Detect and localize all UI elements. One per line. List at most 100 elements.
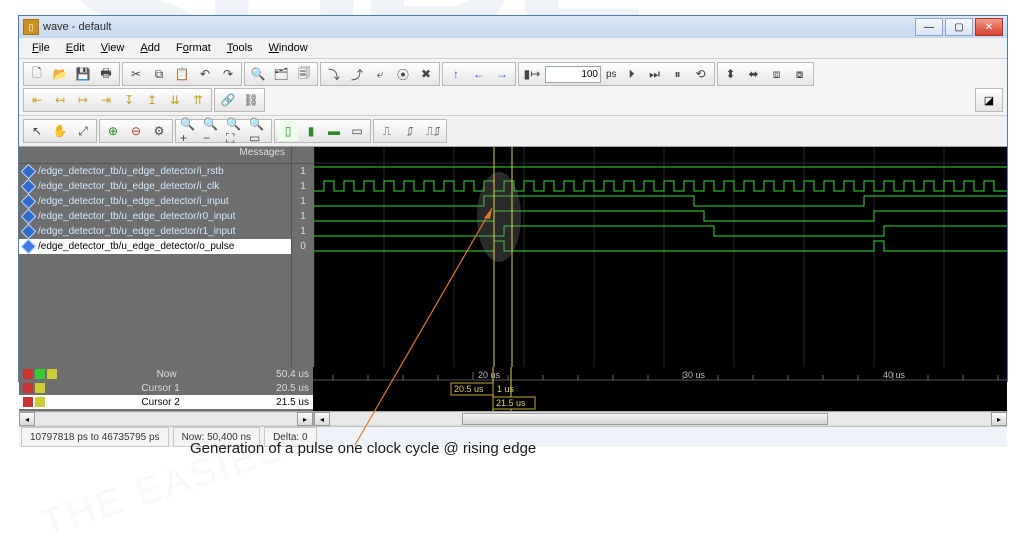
save-icon[interactable]: 💾 — [73, 64, 93, 84]
step-in-icon[interactable]: ⤵ — [324, 64, 344, 84]
menu-file[interactable]: File — [25, 40, 57, 56]
scroll-track-main[interactable] — [330, 413, 991, 425]
open-icon[interactable]: 📂 — [50, 64, 70, 84]
menu-window[interactable]: Window — [262, 40, 315, 56]
add-wave-icon[interactable]: ⊕ — [103, 121, 123, 141]
run-all-icon[interactable]: ⏵ — [622, 64, 642, 84]
tool-a-icon[interactable]: ⬍ — [721, 64, 741, 84]
cursor-prev-icon[interactable]: ↤ — [50, 90, 70, 110]
cut-icon[interactable]: ✂ — [126, 64, 146, 84]
app-window: ▯ wave - default — ▢ ✕ File Edit View Ad… — [18, 15, 1008, 382]
run-cont-icon[interactable]: ⏭ — [645, 64, 665, 84]
diamond-icon — [21, 239, 37, 254]
run-icon[interactable]: ▮↦ — [522, 64, 542, 84]
hand-icon[interactable]: ✋ — [50, 121, 70, 141]
menubar: File Edit View Add Format Tools Window — [19, 38, 1007, 59]
link-icon[interactable]: 🔗 — [218, 90, 238, 110]
signal-row[interactable]: /edge_detector_tb/u_edge_detector/i_rstb — [19, 164, 291, 179]
scroll-right-button[interactable]: ▸ — [991, 412, 1007, 426]
cursor2-box: 21.5 us — [496, 398, 526, 408]
arrow-right-icon[interactable]: → — [492, 64, 512, 84]
undo-icon[interactable]: ↶ — [195, 64, 215, 84]
toolbar-row-1: 🗋 📂 💾 🖶 ✂ ⧉ 📋 ↶ ↷ 🔍 🗂 🗐 ⤵ ⤴ ⤶ ⦿ ✖ ↑ ← — [19, 59, 1007, 116]
signal-row[interactable]: /edge_detector_tb/u_edge_detector/r1_inp… — [19, 224, 291, 239]
zoom-full-icon[interactable]: 🔍⛶ — [225, 121, 245, 141]
paste-icon[interactable]: 📋 — [172, 64, 192, 84]
signal-row[interactable]: /edge_detector_tb/u_edge_detector/i_inpu… — [19, 194, 291, 209]
signal-row[interactable]: /edge_detector_tb/u_edge_detector/r0_inp… — [19, 209, 291, 224]
edge-prev-icon[interactable]: ↧ — [119, 90, 139, 110]
scroll-track-left[interactable] — [35, 413, 297, 425]
menu-edit[interactable]: Edit — [59, 40, 92, 56]
zoom-out-icon[interactable]: 🔍− — [202, 121, 222, 141]
close-button[interactable]: ✕ — [975, 18, 1003, 36]
new-icon[interactable]: 🗋 — [27, 64, 47, 84]
arrow-left-icon[interactable]: ← — [469, 64, 489, 84]
step-out-icon[interactable]: ⤶ — [370, 64, 390, 84]
cursor2-label[interactable]: Cursor 2 — [141, 397, 179, 408]
scroll-left-button[interactable]: ◂ — [314, 412, 330, 426]
mode-d-icon[interactable]: ▭ — [347, 121, 367, 141]
cursor-next-icon[interactable]: ↦ — [73, 90, 93, 110]
mode-c-icon[interactable]: ▬ — [324, 121, 344, 141]
print-icon[interactable]: 🖶 — [96, 64, 116, 84]
zoom-fit-icon[interactable]: 🔍▭ — [248, 121, 268, 141]
break-icon[interactable]: ⦿ — [393, 64, 413, 84]
time-row: Now 50.4 us Cursor 1 20.5 us Cursor 2 21… — [19, 367, 1007, 411]
scroll-left-button[interactable]: ◂ — [19, 412, 35, 426]
edge-fall-icon[interactable]: ⎎ — [400, 121, 420, 141]
stop-icon[interactable]: ✖ — [416, 64, 436, 84]
now-value: 50.4 us — [276, 369, 309, 380]
tool-b-icon[interactable]: ⬌ — [744, 64, 764, 84]
minimize-button[interactable]: — — [915, 18, 943, 36]
mode-b-icon[interactable]: ▮ — [301, 121, 321, 141]
doc-icon[interactable]: 🗐 — [294, 64, 314, 84]
menu-add[interactable]: Add — [133, 40, 167, 56]
toolbar-row-2: ↖ ✋ ⤢ ⊕ ⊖ ⚙ 🔍+ 🔍− 🔍⛶ 🔍▭ ▯ ▮ ▬ ▭ ⎍ ⎎ ⎍⎎ — [19, 116, 1007, 147]
edge-a-icon[interactable]: ⇊ — [165, 90, 185, 110]
arrow-up-icon[interactable]: ↑ — [446, 64, 466, 84]
step-over-icon[interactable]: ⤴ — [347, 64, 367, 84]
ruler-tick: 30 us — [683, 370, 706, 380]
restart-icon[interactable]: ⟲ — [691, 64, 711, 84]
edge-rise-icon[interactable]: ⎍ — [377, 121, 397, 141]
waveform-area[interactable] — [314, 147, 1007, 367]
tool-c-icon[interactable]: ⧈ — [767, 64, 787, 84]
dock-button[interactable]: ◪ — [975, 88, 1003, 112]
edge-any-icon[interactable]: ⎍⎎ — [423, 121, 443, 141]
time-labels: Now 50.4 us Cursor 1 20.5 us Cursor 2 21… — [19, 367, 313, 411]
menu-format[interactable]: Format — [169, 40, 218, 56]
redo-icon[interactable]: ↷ — [218, 64, 238, 84]
scroll-thumb[interactable] — [462, 413, 828, 425]
edge-next-icon[interactable]: ↥ — [142, 90, 162, 110]
menu-tools[interactable]: Tools — [220, 40, 260, 56]
time-ruler[interactable]: 20 us 30 us 40 us 20.5 us — [313, 367, 1007, 411]
signal-row-selected[interactable]: /edge_detector_tb/u_edge_detector/o_puls… — [19, 239, 291, 254]
expand-icon[interactable]: ⤢ — [73, 121, 93, 141]
cursor-first-icon[interactable]: ⇤ — [27, 90, 47, 110]
edge-b-icon[interactable]: ⇈ — [188, 90, 208, 110]
tool-d-icon[interactable]: ⧇ — [790, 64, 810, 84]
unlink-icon[interactable]: ⛓ — [241, 90, 261, 110]
pointer-icon[interactable]: ↖ — [27, 121, 47, 141]
cursor1-value: 20.5 us — [276, 383, 309, 394]
folder-icon[interactable]: 🗂 — [271, 64, 291, 84]
titlebar[interactable]: ▯ wave - default — ▢ ✕ — [19, 16, 1007, 38]
signal-name-column: Messages /edge_detector_tb/u_edge_detect… — [19, 147, 291, 367]
diamond-icon — [21, 179, 37, 194]
menu-view[interactable]: View — [94, 40, 132, 56]
remove-wave-icon[interactable]: ⊖ — [126, 121, 146, 141]
copy-icon[interactable]: ⧉ — [149, 64, 169, 84]
cursor-last-icon[interactable]: ⇥ — [96, 90, 116, 110]
signal-row[interactable]: /edge_detector_tb/u_edge_detector/i_clk — [19, 179, 291, 194]
config-icon[interactable]: ⚙ — [149, 121, 169, 141]
break2-icon[interactable]: ⏸ — [668, 64, 688, 84]
zoom-in-icon[interactable]: 🔍+ — [179, 121, 199, 141]
signal-value: 1 — [292, 179, 314, 194]
scroll-right-button[interactable]: ▸ — [297, 412, 313, 426]
maximize-button[interactable]: ▢ — [945, 18, 973, 36]
cursor1-label[interactable]: Cursor 1 — [141, 383, 179, 394]
find-icon[interactable]: 🔍 — [248, 64, 268, 84]
run-length-input[interactable] — [545, 66, 601, 83]
mode-a-icon[interactable]: ▯ — [278, 121, 298, 141]
